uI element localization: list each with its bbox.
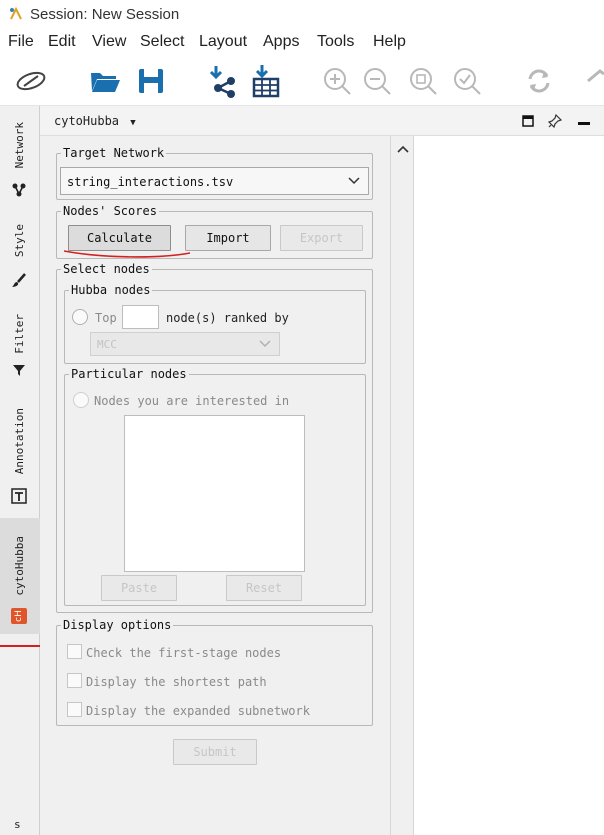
first-stage-label: Check the first-stage nodes xyxy=(86,646,282,660)
particular-nodes-legend: Particular nodes xyxy=(71,367,187,381)
panel-scrollbar[interactable] xyxy=(390,136,414,835)
filter-icon xyxy=(13,365,25,376)
float-window-icon[interactable] xyxy=(522,115,534,127)
import-table-icon[interactable] xyxy=(248,64,282,98)
control-panel-tab-strip: Network Style Filter Annotation cytoHubb… xyxy=(0,106,40,835)
cytoscape-app-icon xyxy=(10,6,22,20)
tab-network[interactable]: Network xyxy=(0,106,40,206)
menu-layout[interactable]: Layout xyxy=(199,33,247,51)
expanded-subnetwork-label: Display the expanded subnetwork xyxy=(86,704,310,718)
panel-title[interactable]: cytoHubba ▼ xyxy=(54,114,136,128)
menu-help[interactable]: Help xyxy=(373,33,406,51)
import-button[interactable]: Import xyxy=(185,225,271,251)
panel-header: cytoHubba ▼ xyxy=(40,106,604,136)
chevron-down-icon xyxy=(348,177,360,185)
menu-tools[interactable]: Tools xyxy=(317,33,354,51)
menu-view[interactable]: View xyxy=(92,33,126,51)
target-network-select[interactable]: string_interactions.tsv xyxy=(60,167,369,195)
tab-filter-label: Filter xyxy=(13,314,26,354)
top-nodes-radio[interactable] xyxy=(72,309,88,325)
nodes-scores-legend: Nodes' Scores xyxy=(63,204,157,218)
top-count-input[interactable] xyxy=(122,305,159,329)
tab-style-label: Style xyxy=(13,224,26,258)
zoom-selected-icon[interactable] xyxy=(450,64,484,98)
ranking-method-value: MCC xyxy=(97,338,117,351)
import-network-icon[interactable] xyxy=(204,64,238,98)
menu-apps[interactable]: Apps xyxy=(263,33,299,51)
tab-filter[interactable]: Filter xyxy=(0,300,40,390)
tab-cytohubba-label: cytoHubba xyxy=(13,536,26,596)
open-folder-icon[interactable] xyxy=(88,64,122,98)
tab-network-label: Network xyxy=(13,122,26,169)
network-view-area[interactable] xyxy=(414,136,604,835)
home-icon[interactable] xyxy=(586,64,604,98)
toolbar xyxy=(0,56,604,106)
cytoscape-logo-icon[interactable] xyxy=(14,64,48,98)
ranked-by-label: node(s) ranked by xyxy=(166,311,289,325)
top-label: Top xyxy=(95,311,117,325)
hubba-nodes-legend: Hubba nodes xyxy=(71,283,151,297)
paste-button[interactable]: Paste xyxy=(101,575,177,601)
menu-select[interactable]: Select xyxy=(140,33,184,51)
submit-button[interactable]: Submit xyxy=(173,739,257,765)
tab-bottom-partial-label: s xyxy=(14,818,21,831)
select-nodes-legend: Select nodes xyxy=(63,262,150,276)
tab-cytohubba[interactable]: cytoHubba cH xyxy=(0,518,40,634)
red-underline-annotation xyxy=(63,250,191,258)
shortest-path-label: Display the shortest path xyxy=(86,675,267,689)
zoom-fit-icon[interactable] xyxy=(406,64,440,98)
title-bar: Session: New Session xyxy=(0,0,604,30)
shortest-path-checkbox[interactable] xyxy=(67,673,82,688)
brush-icon xyxy=(12,273,26,287)
chevron-up-icon[interactable] xyxy=(397,145,409,153)
target-network-value: string_interactions.tsv xyxy=(67,175,234,189)
cytohubba-panel: Target Network string_interactions.tsv N… xyxy=(40,136,390,835)
ranking-method-select[interactable]: MCC xyxy=(90,332,280,356)
pin-icon[interactable] xyxy=(548,114,562,128)
red-underline-annotation xyxy=(0,645,40,647)
network-icon xyxy=(12,183,26,197)
tab-annotation-label: Annotation xyxy=(13,408,26,475)
zoom-out-icon[interactable] xyxy=(360,64,394,98)
cytohubba-badge-icon: cH xyxy=(11,608,27,624)
first-stage-checkbox[interactable] xyxy=(67,644,82,659)
save-icon[interactable] xyxy=(134,64,168,98)
minimize-icon[interactable] xyxy=(578,122,590,125)
tab-annotation[interactable]: Annotation xyxy=(0,402,40,514)
display-options-legend: Display options xyxy=(63,618,172,632)
menu-file[interactable]: File xyxy=(8,33,34,51)
panel-title-dropdown-icon: ▼ xyxy=(130,118,136,128)
reset-button[interactable]: Reset xyxy=(226,575,302,601)
menu-bar: File Edit View Select Layout Apps Tools … xyxy=(0,30,604,56)
panel-title-text: cytoHubba xyxy=(54,114,120,128)
chevron-down-icon xyxy=(259,340,271,348)
window-title: Session: New Session xyxy=(30,6,180,23)
annotation-text-icon xyxy=(11,488,27,504)
expanded-subnetwork-checkbox[interactable] xyxy=(67,702,82,717)
tab-style[interactable]: Style xyxy=(0,210,40,295)
particular-nodes-radio[interactable] xyxy=(73,392,89,408)
target-network-legend: Target Network xyxy=(63,146,165,160)
zoom-in-icon[interactable] xyxy=(320,64,354,98)
particular-nodes-label: Nodes you are interested in xyxy=(94,394,290,408)
refresh-icon[interactable] xyxy=(522,64,556,98)
export-button[interactable]: Export xyxy=(280,225,363,251)
particular-nodes-textarea[interactable] xyxy=(124,415,305,572)
menu-edit[interactable]: Edit xyxy=(48,33,76,51)
